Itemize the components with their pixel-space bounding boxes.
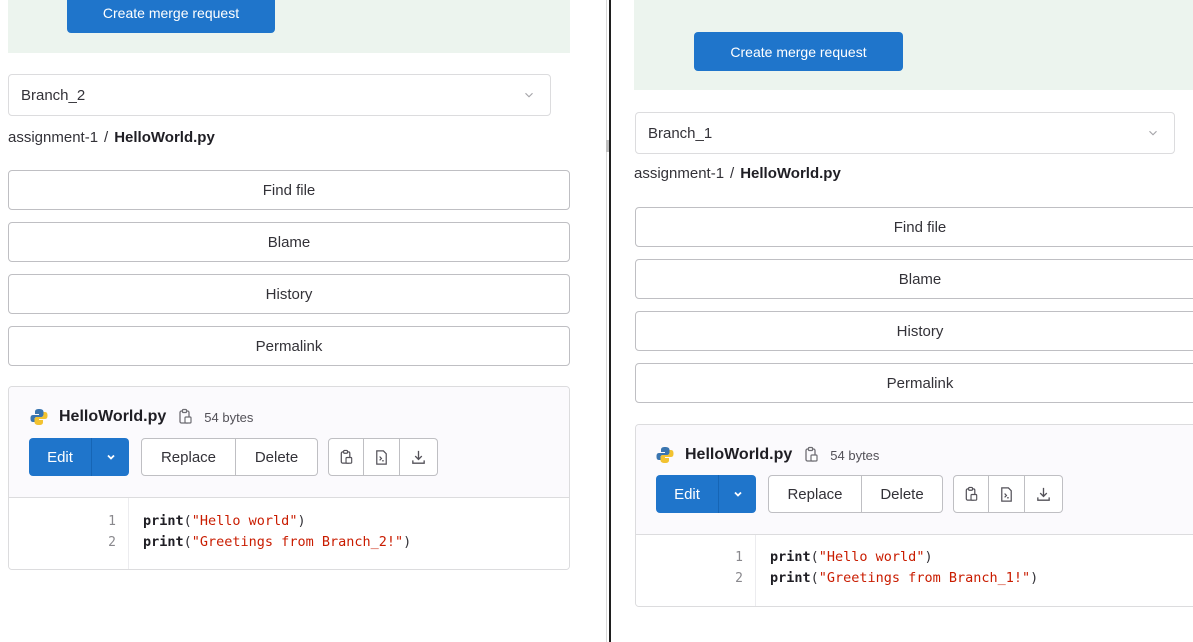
download-button[interactable]	[1025, 475, 1063, 513]
divider-edge	[606, 0, 607, 642]
replace-button[interactable]: Replace	[768, 475, 862, 513]
edit-button[interactable]: Edit	[656, 475, 718, 513]
line-number[interactable]: 2	[735, 571, 743, 586]
blame-button[interactable]: Blame	[635, 259, 1193, 299]
code-line: print("Hello world")	[770, 549, 933, 565]
python-icon	[656, 447, 674, 463]
delete-button[interactable]: Delete	[236, 438, 318, 476]
chevron-down-icon	[525, 92, 533, 98]
breadcrumb-project[interactable]: assignment-1	[634, 165, 724, 182]
code-line: print("Hello world")	[143, 513, 306, 529]
edit-button[interactable]: Edit	[29, 438, 91, 476]
download-button[interactable]	[400, 438, 438, 476]
code-view: 1 2 print("Hello world") print("Greeting…	[9, 498, 569, 569]
line-number[interactable]: 1	[108, 514, 116, 529]
file-header: HelloWorld.py 54 bytes Edit Replace Dele…	[9, 387, 569, 498]
file-size: 54 bytes	[830, 447, 880, 463]
file-tools-group	[953, 475, 1063, 513]
breadcrumb-file: HelloWorld.py	[740, 165, 841, 182]
chevron-down-icon	[733, 491, 742, 497]
breadcrumb-separator: /	[730, 165, 735, 182]
blame-button[interactable]: Blame	[8, 222, 570, 262]
history-button[interactable]: History	[8, 274, 570, 314]
delete-button[interactable]: Delete	[862, 475, 943, 513]
download-icon	[412, 450, 425, 464]
left-pane: Create merge request Branch_2 assignment…	[0, 0, 590, 642]
create-merge-request-button[interactable]: Create merge request	[67, 0, 275, 33]
breadcrumb-separator: /	[104, 129, 109, 146]
breadcrumb: assignment-1 / HelloWorld.py	[8, 129, 215, 146]
replace-delete-group: Replace Delete	[141, 438, 318, 476]
copy-icon[interactable]	[802, 446, 820, 464]
file-actions: Edit Replace Delete	[656, 475, 1063, 513]
file-actions: Edit Replace Delete	[29, 438, 438, 476]
divider-line	[609, 0, 611, 642]
file-size: 54 bytes	[204, 409, 254, 425]
permalink-button[interactable]: Permalink	[8, 326, 570, 366]
replace-button[interactable]: Replace	[141, 438, 236, 476]
code-view: 1 2 print("Hello world") print("Greeting…	[636, 535, 1193, 606]
copy-icon[interactable]	[176, 408, 194, 426]
breadcrumb-project[interactable]: assignment-1	[8, 129, 98, 146]
branch-selector-value: Branch_1	[648, 124, 713, 142]
branch-selector[interactable]: Branch_2	[8, 74, 551, 116]
branch-selector-value: Branch_2	[21, 86, 86, 104]
find-file-button[interactable]: Find file	[635, 207, 1193, 247]
code-line: print("Greetings from Branch_1!")	[770, 570, 1039, 586]
file-name: HelloWorld.py	[685, 446, 793, 463]
copy-contents-icon	[340, 449, 352, 464]
edit-dropdown-toggle[interactable]	[718, 475, 756, 513]
chevron-down-icon	[106, 454, 115, 460]
line-numbers: 1 2	[636, 535, 756, 606]
file-viewer: HelloWorld.py 54 bytes Edit Replace Dele…	[635, 424, 1193, 607]
download-icon	[1037, 487, 1050, 501]
python-icon	[30, 409, 48, 425]
file-title-row: HelloWorld.py 54 bytes	[655, 445, 879, 465]
open-raw-button[interactable]	[989, 475, 1025, 513]
create-merge-request-button[interactable]: Create merge request	[694, 32, 903, 71]
breadcrumb: assignment-1 / HelloWorld.py	[634, 165, 841, 182]
right-pane: Create merge request Branch_1 assignment…	[612, 0, 1193, 642]
raw-file-icon	[1001, 486, 1012, 502]
history-button[interactable]: History	[635, 311, 1193, 351]
chevron-down-icon	[1149, 130, 1157, 136]
edit-button-group: Edit	[29, 438, 129, 476]
branch-selector[interactable]: Branch_1	[635, 112, 1175, 154]
line-numbers: 1 2	[9, 498, 129, 569]
file-header: HelloWorld.py 54 bytes Edit Replace Dele…	[636, 425, 1193, 535]
open-raw-button[interactable]	[364, 438, 400, 476]
line-number[interactable]: 2	[108, 535, 116, 550]
raw-file-icon	[376, 449, 387, 465]
edit-button-group: Edit	[656, 475, 756, 513]
permalink-button[interactable]: Permalink	[635, 363, 1193, 403]
file-viewer: HelloWorld.py 54 bytes Edit Replace Dele…	[8, 386, 570, 570]
copy-contents-button[interactable]	[953, 475, 989, 513]
file-tools-group	[328, 438, 438, 476]
breadcrumb-file: HelloWorld.py	[114, 129, 215, 146]
window-divider	[590, 0, 612, 642]
file-title-row: HelloWorld.py 54 bytes	[29, 407, 253, 427]
line-number[interactable]: 1	[735, 550, 743, 565]
find-file-button[interactable]: Find file	[8, 170, 570, 210]
copy-contents-icon	[965, 486, 977, 501]
replace-delete-group: Replace Delete	[768, 475, 943, 513]
code-line: print("Greetings from Branch_2!")	[143, 534, 412, 550]
edit-dropdown-toggle[interactable]	[91, 438, 129, 476]
file-name: HelloWorld.py	[59, 408, 167, 425]
copy-contents-button[interactable]	[328, 438, 364, 476]
